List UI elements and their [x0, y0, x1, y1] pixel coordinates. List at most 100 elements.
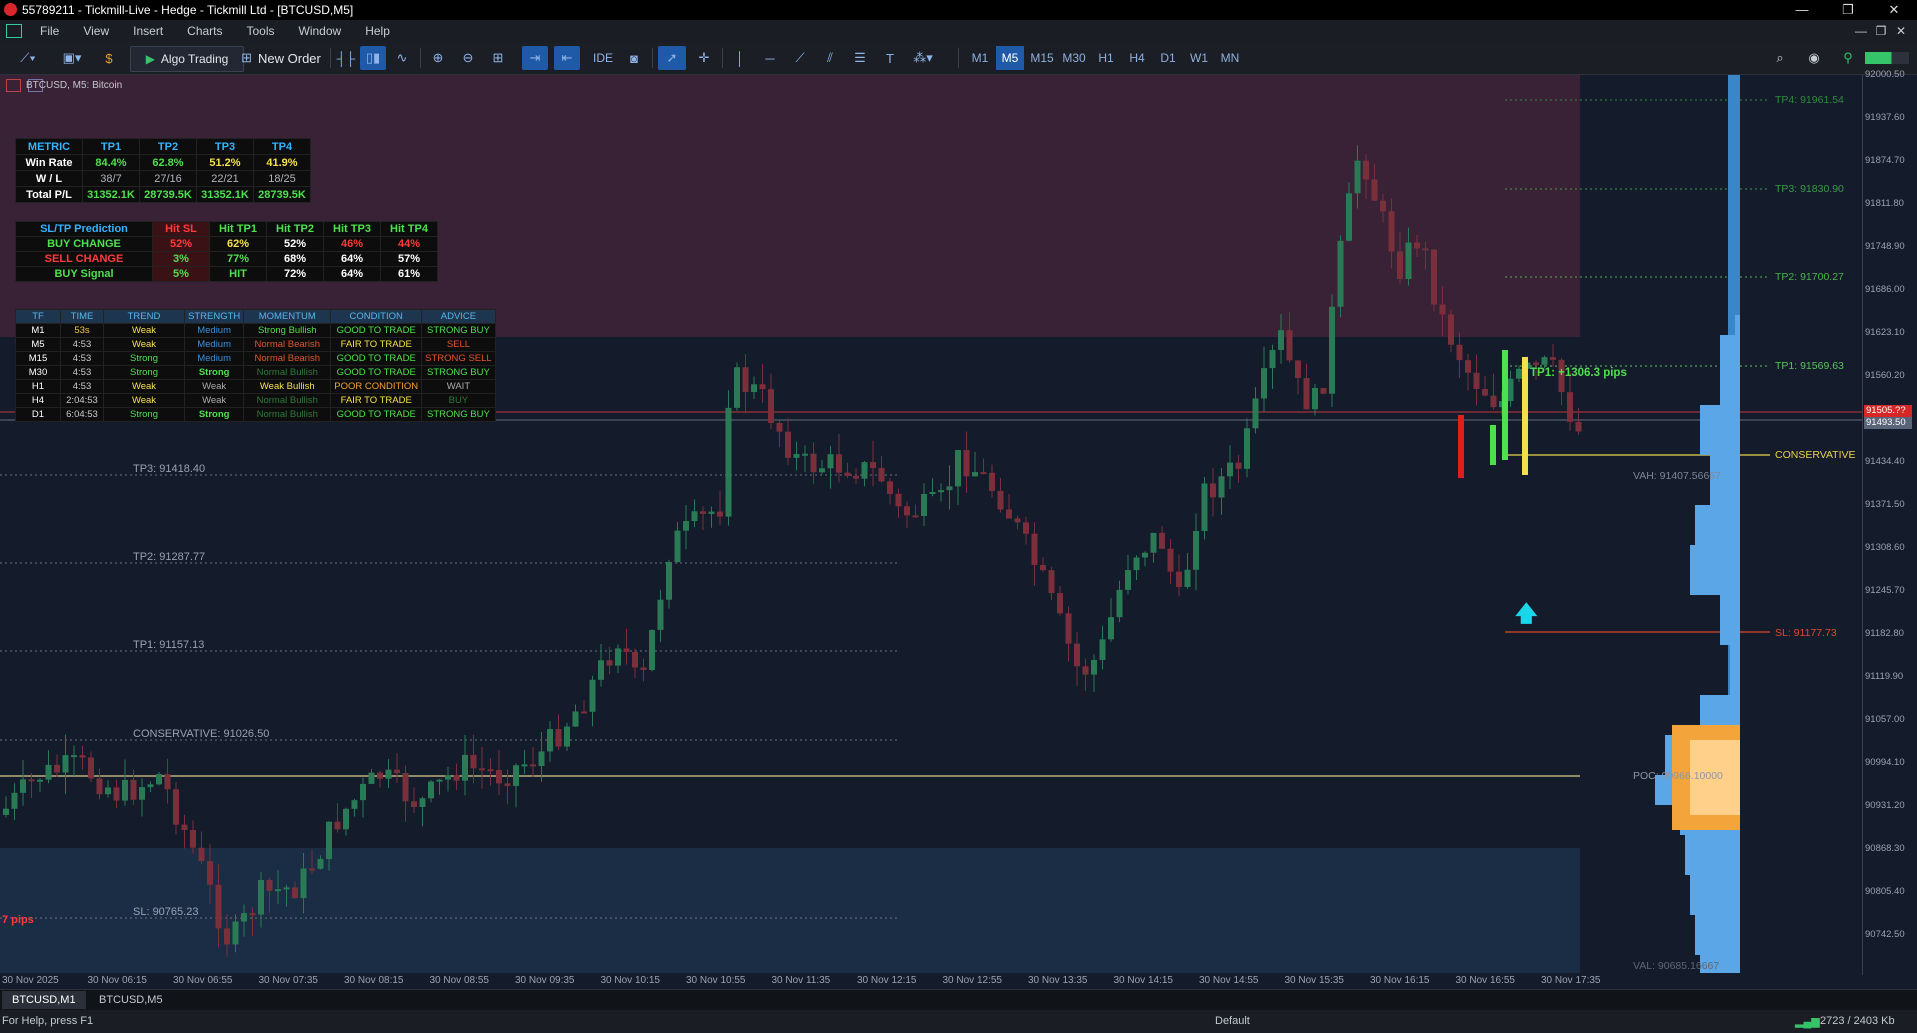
tf-cell: M1: [15, 323, 61, 338]
menu-insert[interactable]: Insert: [121, 20, 175, 42]
time-axis[interactable]: 30 Nov 2025 30 Nov 06:15 30 Nov 06:55 30 No…: [0, 973, 1862, 989]
menu-help[interactable]: Help: [353, 20, 402, 42]
cursor-icon[interactable]: ➚: [658, 46, 686, 70]
chart-type-icon[interactable]: ⟋▾: [10, 46, 46, 70]
menu-charts[interactable]: Charts: [175, 20, 234, 42]
tf-m1[interactable]: M1: [966, 46, 994, 70]
new-order-button[interactable]: ⊞ New Order: [236, 46, 326, 70]
tab-btcusd-m1[interactable]: BTCUSD,M1: [2, 991, 86, 1009]
status-help: For Help, press F1: [2, 1015, 94, 1027]
mdi-minimize-button[interactable]: —: [1851, 20, 1871, 42]
menu-file[interactable]: File: [28, 20, 71, 42]
account-icon[interactable]: ◉: [1802, 46, 1826, 70]
close-button[interactable]: ✕: [1871, 0, 1917, 20]
candle-body: [955, 450, 961, 487]
candle-body: [1235, 462, 1242, 469]
search-icon[interactable]: ⌕: [1768, 46, 1792, 70]
sidebar-toggle-icon[interactable]: [6, 24, 22, 38]
tf-h1[interactable]: H1: [1092, 46, 1120, 70]
menu-tools[interactable]: Tools: [235, 20, 287, 42]
screenshot-icon[interactable]: ◙: [622, 46, 646, 70]
market-icon[interactable]: $: [98, 46, 120, 70]
tf-m30[interactable]: M30: [1060, 46, 1088, 70]
timeframe-table: TF TIME TREND STRENGTH MOMENTUM CONDITIO…: [15, 309, 496, 422]
candle-body: [1244, 428, 1250, 469]
prediction-cell: 52%: [152, 236, 210, 252]
bar-chart-icon[interactable]: ┤├: [334, 46, 358, 70]
line-chart-icon[interactable]: ∿: [390, 46, 414, 70]
price-tick: 91560.20: [1865, 370, 1905, 381]
vah-label: VAH: 91407.56667: [1633, 470, 1721, 482]
candle-body: [1252, 398, 1259, 429]
trendline-icon[interactable]: ⟋: [788, 46, 812, 70]
zoom-out-icon[interactable]: ⊖: [456, 46, 480, 70]
crosshair-icon[interactable]: ✛: [692, 46, 716, 70]
signal-bar-red: [1458, 415, 1464, 478]
menu-window[interactable]: Window: [287, 20, 354, 42]
mdi-restore-button[interactable]: ❐: [1871, 20, 1891, 42]
candle-body: [79, 755, 86, 758]
candle-body: [1159, 532, 1165, 549]
tf-mn[interactable]: MN: [1216, 46, 1244, 70]
price-tick: 91623.10: [1865, 327, 1905, 338]
tf-cell: Medium: [183, 337, 245, 352]
tf-cell: GOOD TO TRADE: [330, 365, 423, 380]
tf-cell: 4:53: [60, 337, 104, 352]
candle-body: [819, 468, 825, 473]
tf-m5[interactable]: M5: [996, 46, 1024, 70]
metric-cell: 28739.5K: [139, 186, 197, 203]
candle-body: [708, 511, 715, 514]
grid-icon[interactable]: ⊞: [486, 46, 510, 70]
signal-icon[interactable]: ⚲: [1836, 46, 1860, 70]
status-profile: Default: [1215, 1015, 1250, 1027]
chart-window-icon: [6, 79, 21, 92]
candle-body: [1261, 368, 1267, 399]
minimize-button[interactable]: —: [1779, 0, 1825, 20]
candle-body: [1329, 306, 1335, 394]
candle-body: [555, 729, 562, 747]
candle-body: [113, 787, 120, 801]
ide-button[interactable]: IDE: [588, 46, 618, 70]
tf-cell: Normal Bearish: [243, 351, 332, 366]
vertical-line-icon[interactable]: │: [728, 46, 752, 70]
tf-header: TREND: [103, 309, 185, 324]
auto-scroll-icon[interactable]: ⇥: [522, 46, 548, 70]
restore-button[interactable]: ❐: [1825, 0, 1871, 20]
price-chart[interactable]: [0, 75, 1862, 973]
mdi-close-button[interactable]: ✕: [1891, 20, 1911, 42]
tf-cell: STRONG BUY: [421, 407, 496, 422]
tf-cell: H4: [15, 393, 61, 408]
candle-body: [1057, 593, 1063, 614]
algo-trading-button[interactable]: ▶ Algo Trading: [130, 46, 244, 72]
candle-body: [717, 511, 723, 517]
tf-h4[interactable]: H4: [1123, 46, 1151, 70]
chart-symbol-label: BTCUSD, M5: Bitcoin: [26, 80, 123, 91]
zoom-in-icon[interactable]: ⊕: [426, 46, 450, 70]
candle-body: [1490, 395, 1497, 408]
price-axis[interactable]: 92000.50 91937.60 91874.70 91811.80 91748.90…: [1862, 69, 1917, 975]
tf-cell: 4:53: [60, 351, 104, 366]
tf-cell: Normal Bullish: [243, 365, 332, 380]
price-tick: 91748.90: [1865, 241, 1905, 252]
menu-view[interactable]: View: [71, 20, 121, 42]
candlestick-icon[interactable]: ▯▮: [360, 46, 386, 70]
tf-d1[interactable]: D1: [1154, 46, 1182, 70]
tf-header: TIME: [60, 309, 104, 324]
time-tick: 30 Nov 2025: [2, 975, 59, 986]
candle-body: [1320, 388, 1327, 394]
tf-m15[interactable]: M15: [1028, 46, 1056, 70]
tf-w1[interactable]: W1: [1185, 46, 1213, 70]
time-tick: 30 Nov 14:15: [1113, 975, 1174, 986]
candle-body: [623, 648, 630, 653]
channel-icon[interactable]: ⫽: [818, 46, 842, 70]
chart-shift-icon[interactable]: ⇤: [554, 46, 580, 70]
candle-body: [1014, 518, 1021, 523]
right-tp2-label: TP2: 91700.27: [1775, 271, 1844, 283]
right-tp3-label: TP3: 91830.90: [1775, 183, 1844, 195]
shapes-icon[interactable]: ⁂▾: [906, 46, 940, 70]
horizontal-line-icon[interactable]: ─: [758, 46, 782, 70]
text-icon[interactable]: T: [878, 46, 902, 70]
fibonacci-icon[interactable]: ☰: [848, 46, 872, 70]
tab-btcusd-m5[interactable]: BTCUSD,M5: [89, 991, 173, 1009]
templates-icon[interactable]: ▣▾: [54, 46, 90, 70]
